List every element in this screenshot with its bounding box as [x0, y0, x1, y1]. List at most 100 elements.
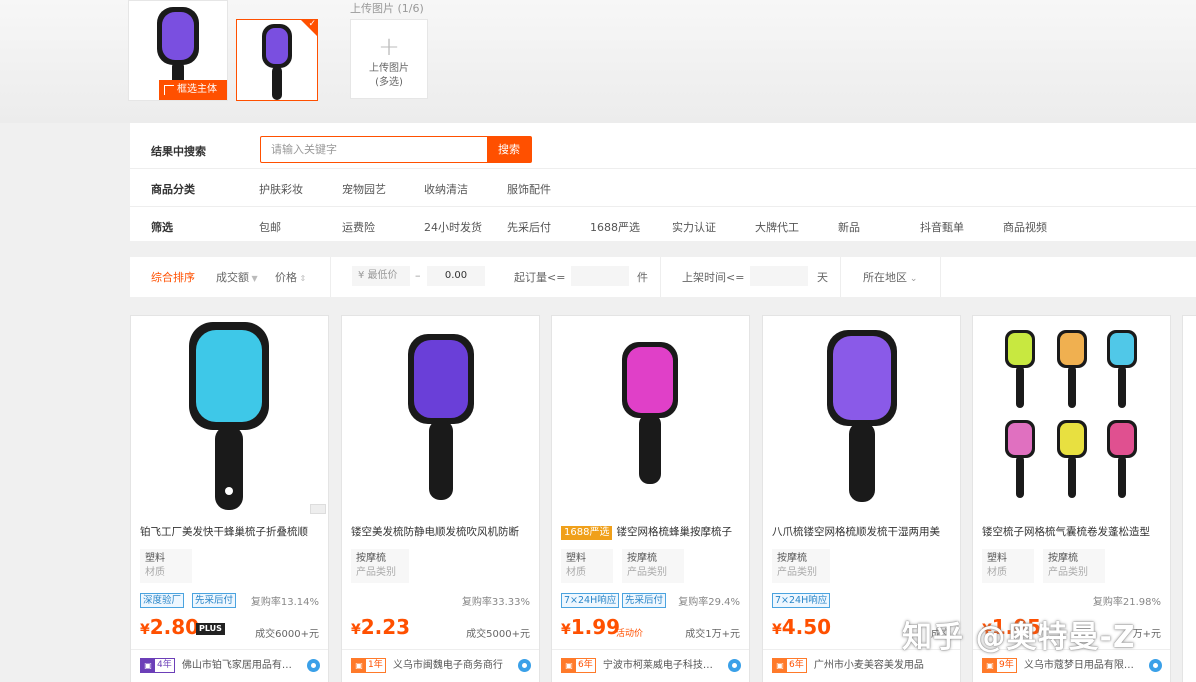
shop-icon: ▣	[352, 659, 366, 672]
shop-row[interactable]: ▣ 6年 广州市小麦美容美发用品	[772, 658, 954, 674]
region-dropdown[interactable]: 所在地区 ⌄	[863, 269, 917, 285]
screen-option[interactable]: 先采后付	[507, 219, 551, 235]
chat-icon[interactable]	[728, 659, 741, 672]
sort-comprehensive[interactable]: 综合排序	[151, 269, 195, 285]
shop-icon: ▣	[562, 659, 576, 672]
category-label: 商品分类	[151, 183, 195, 196]
category-option[interactable]: 护肤彩妆	[259, 181, 303, 197]
upload-image-button[interactable]: + 上传图片 (多选)	[350, 19, 428, 99]
moq-input[interactable]	[571, 266, 629, 286]
divider	[552, 649, 749, 650]
product-card[interactable]: 镂空梳子网格梳气囊梳卷发蓬松造型 塑料 材质 按摩梳 产品类别 复购率21.98…	[972, 315, 1171, 682]
product-image[interactable]	[552, 316, 749, 516]
brush	[1005, 420, 1035, 498]
hairbrush-image	[189, 322, 269, 510]
search-row: 结果中搜索 搜索	[130, 131, 1196, 169]
product-card[interactable]: 八爪梳镂空网格梳顺发梳干湿两用美 按摩梳 产品类别 7×24H响应 ¥4.50 …	[762, 315, 961, 682]
category-option[interactable]: 收纳清洁	[424, 181, 468, 197]
product-card[interactable]: 铂飞工厂美发快干蜂巢梳子折叠梳顺 塑料 材质 深度验厂 先采后付 复购率13.1…	[130, 315, 329, 682]
listing-time-input[interactable]	[750, 266, 808, 286]
service-tag: 先采后付	[622, 593, 667, 608]
product-title[interactable]: 镂空美发梳防静电顺发梳吹风机防断	[351, 524, 533, 539]
product-price: ¥1.99	[561, 615, 621, 639]
screen-option[interactable]: 新品	[838, 219, 860, 235]
crop-subject-button[interactable]: 框选主体	[159, 80, 227, 100]
product-price: ¥4.50	[772, 615, 832, 639]
deal-volume: 成交1万+元	[685, 629, 740, 640]
product-price: ¥2.23	[351, 615, 411, 639]
search-button[interactable]: 搜索	[487, 137, 531, 162]
shop-row[interactable]: ▣ 1年 义乌市闽魏电子商务商行	[351, 658, 533, 674]
search-input[interactable]	[261, 137, 486, 162]
screen-option[interactable]: 商品视频	[1003, 219, 1047, 235]
brush	[1107, 330, 1137, 408]
shop-row[interactable]: ▣6年 宁波市柯莱威电子科技有限公司	[561, 658, 743, 674]
product-attribute: 塑料 材质	[140, 549, 192, 583]
check-icon: ✓	[308, 19, 316, 29]
chat-icon[interactable]	[307, 659, 320, 672]
product-price: ¥2.80	[140, 615, 200, 639]
sort-arrows-icon: ⇕	[297, 274, 307, 283]
upload-count: 上传图片 (1/6)	[350, 2, 424, 15]
product-image[interactable]	[973, 316, 1170, 516]
moq-unit: 件	[637, 271, 648, 284]
product-image[interactable]	[131, 316, 328, 516]
product-card-partial[interactable]	[1182, 315, 1196, 682]
service-tag: 7×24H响应	[561, 593, 620, 608]
chevron-down-icon: ▼	[249, 274, 258, 283]
listing-time-unit: 天	[817, 271, 828, 284]
uploaded-image-thumbnail-2[interactable]: ✓	[236, 19, 318, 101]
divider	[660, 257, 661, 297]
sort-bar: 综合排序 成交额 ▼ 价格 ⇕ ¥ 最低价 – 0.00 起订量<= 件 上架时…	[130, 257, 1196, 297]
deal-volume: 成交	[931, 629, 951, 640]
product-title[interactable]: 八爪梳镂空网格梳顺发梳干湿两用美	[772, 524, 954, 539]
shop-name[interactable]: 广州市小麦美容美发用品	[814, 658, 924, 673]
product-card[interactable]: 1688严选 镂空网格梳蜂巢按摩梳子 塑料 材质 按摩梳 产品类别 7×24H响应…	[551, 315, 750, 682]
category-option[interactable]: 宠物园艺	[342, 181, 386, 197]
screen-option[interactable]: 运费险	[342, 219, 375, 235]
service-tag: 7×24H响应	[772, 593, 831, 608]
plus-badge: PLUS	[196, 623, 225, 635]
brush	[1057, 420, 1087, 498]
sort-volume[interactable]: 成交额 ▼	[216, 269, 258, 285]
product-image[interactable]	[342, 316, 539, 516]
screen-option[interactable]: 1688严选	[590, 219, 640, 235]
max-price-input[interactable]: 0.00	[427, 266, 485, 286]
chevron-down-icon: ⌄	[907, 274, 918, 284]
screen-option[interactable]: 包邮	[259, 219, 281, 235]
shop-row[interactable]: ▣4年 佛山市铂飞家居用品有限公司	[140, 658, 322, 674]
shop-name[interactable]: 义乌市蔻梦日用品有限公司	[1024, 658, 1139, 673]
shop-name[interactable]: 义乌市闽魏电子商务商行	[393, 658, 503, 673]
product-attribute: 按摩梳 产品类别	[622, 549, 684, 583]
screen-label: 筛选	[151, 221, 173, 234]
screen-option[interactable]: 24小时发货	[424, 219, 482, 235]
shop-name[interactable]: 宁波市柯莱威电子科技有限公司	[603, 658, 718, 673]
service-tag: 深度验厂	[140, 593, 185, 608]
repurchase-rate: 复购率21.98%	[1092, 597, 1161, 608]
repurchase-rate: 复购率13.14%	[250, 597, 319, 608]
plus-icon: +	[378, 32, 400, 62]
product-title[interactable]: 1688严选 镂空网格梳蜂巢按摩梳子	[561, 524, 743, 540]
shop-years-badge: ▣ 6年	[772, 658, 807, 673]
shop-row[interactable]: ▣ 9年 义乌市蔻梦日用品有限公司	[982, 658, 1164, 674]
chat-icon[interactable]	[1149, 659, 1162, 672]
screen-option[interactable]: 大牌代工	[755, 219, 799, 235]
sort-price[interactable]: 价格 ⇕	[275, 269, 306, 285]
product-card[interactable]: 镂空美发梳防静电顺发梳吹风机防断 按摩梳 产品类别 复购率33.33% ¥2.2…	[341, 315, 540, 682]
uploaded-image-thumbnail-1[interactable]: 框选主体	[128, 0, 228, 101]
screen-option[interactable]: 实力认证	[672, 219, 716, 235]
screen-option[interactable]: 抖音甄单	[920, 219, 964, 235]
min-price-input[interactable]: ¥ 最低价	[352, 266, 410, 286]
shop-name[interactable]: 佛山市铂飞家居用品有限公司	[182, 658, 297, 673]
product-image[interactable]	[763, 316, 960, 516]
product-title[interactable]: 铂飞工厂美发快干蜂巢梳子折叠梳顺	[140, 524, 322, 539]
product-price: ¥1.05	[982, 615, 1042, 639]
shop-icon: ▣	[983, 659, 997, 672]
product-title[interactable]: 镂空梳子网格梳气囊梳卷发蓬松造型	[982, 524, 1164, 539]
category-option[interactable]: 服饰配件	[507, 181, 551, 197]
promo-label: 活动价	[616, 629, 644, 639]
hairbrush-image	[262, 24, 292, 100]
chat-icon[interactable]	[518, 659, 531, 672]
image-upload-strip: 框选主体 ✓ 上传图片 (1/6) + 上传图片 (多选)	[0, 0, 1196, 123]
product-attribute: 塑料 材质	[982, 549, 1034, 583]
